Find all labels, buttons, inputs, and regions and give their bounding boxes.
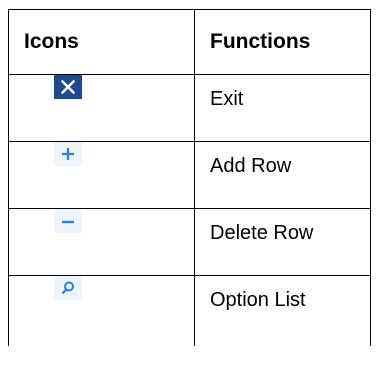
header-functions-label: Functions — [210, 30, 311, 53]
function-cell: Delete Row — [194, 208, 371, 276]
table-row: Exit — [8, 74, 371, 142]
function-label: Option List — [210, 289, 306, 311]
table-header-row: Icons Functions — [8, 9, 371, 75]
header-functions: Functions — [194, 9, 371, 75]
function-label: Delete Row — [210, 222, 314, 244]
minus-icon — [54, 209, 82, 233]
icons-functions-table: Icons Functions Exit Add Row Delete Row … — [8, 9, 371, 346]
plus-icon — [54, 142, 82, 166]
function-cell: Option List — [194, 275, 371, 346]
table-row: Add Row — [8, 141, 371, 209]
function-cell: Add Row — [194, 141, 371, 209]
icon-cell — [8, 141, 195, 209]
table-row: Option List — [8, 275, 371, 346]
header-icons: Icons — [8, 9, 195, 75]
icon-cell — [8, 74, 195, 142]
icon-cell — [8, 208, 195, 276]
icon-cell — [8, 275, 195, 346]
search-icon — [54, 276, 82, 300]
function-cell: Exit — [194, 74, 371, 142]
function-label: Exit — [210, 88, 244, 110]
function-label: Add Row — [210, 155, 292, 177]
close-icon — [54, 75, 82, 99]
table-row: Delete Row — [8, 208, 371, 276]
header-icons-label: Icons — [24, 30, 79, 53]
